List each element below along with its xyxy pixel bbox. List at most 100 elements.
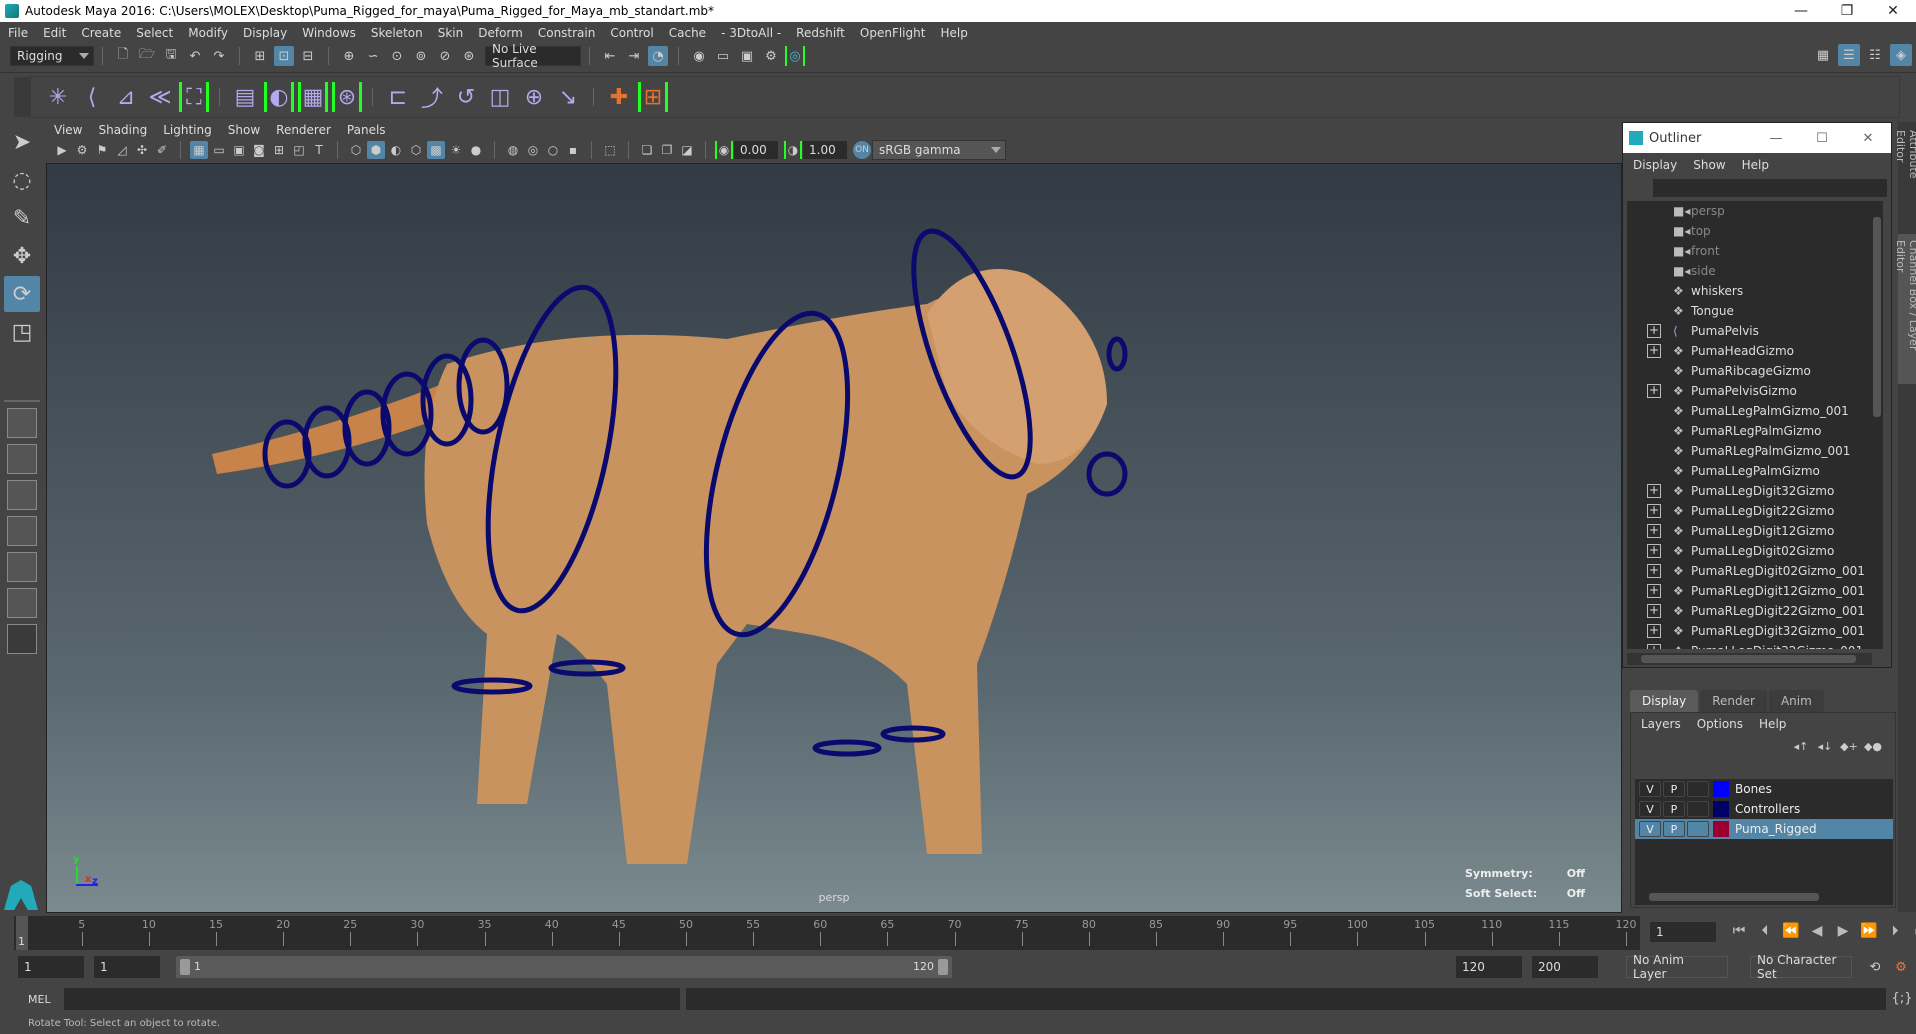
xray-active-icon[interactable]: ❐ [658,141,676,159]
expand-icon[interactable]: + [1647,624,1661,638]
aim-constraint-icon[interactable]: ⊕ [519,82,549,112]
menu-skin[interactable]: Skin [438,26,464,40]
expand-icon[interactable]: + [1647,504,1661,518]
menu-set-dropdown[interactable]: Rigging [10,46,94,66]
expand-icon[interactable]: + [1647,344,1661,358]
scrollbar-thumb[interactable] [1641,655,1856,663]
rig-helper-icon[interactable]: ⊞ [638,82,668,112]
outliner-search-input[interactable] [1653,179,1887,197]
live-surface-field[interactable]: No Live Surface [485,42,581,70]
2d-pan-zoom-icon[interactable]: ✣ [133,141,151,159]
layer-menu-layers[interactable]: Layers [1641,717,1681,731]
scale-tool-icon[interactable]: ◳ [4,314,40,350]
single-perspective-layout-icon[interactable] [7,408,37,438]
smooth-shade-icon[interactable]: ⬢ [367,141,385,159]
step-forward-key-icon[interactable]: ⏩ [1858,920,1880,942]
playback-end-field[interactable]: 120 [1456,956,1522,978]
motion-blur-icon[interactable]: ◎ [524,141,542,159]
new-scene-icon[interactable]: 🗋 [113,46,133,66]
new-layer-from-selected-icon[interactable]: ◆● [1863,738,1883,754]
minimize-button[interactable]: — [1778,0,1824,22]
layer-color-swatch[interactable] [1713,781,1729,797]
layer-row[interactable]: V P Bones [1635,779,1893,799]
go-to-end-icon[interactable]: ⏭ [1910,920,1916,942]
menu-modify[interactable]: Modify [188,26,228,40]
scrollbar-thumb[interactable] [1873,217,1881,417]
playback-start-field[interactable]: 1 [94,956,160,978]
layer-playback-toggle[interactable]: P [1663,801,1685,817]
expand-icon[interactable]: + [1647,524,1661,538]
outliner-item[interactable]: + ❖ PumaRLegDigit22Gizmo_001 [1627,601,1872,621]
menu-3dtoall[interactable]: - 3DtoAll - [721,26,781,40]
menu-control[interactable]: Control [610,26,653,40]
image-plane-icon[interactable]: ◿ [113,141,131,159]
lasso-tool-icon[interactable]: ◌ [4,162,40,198]
shelf-menu-handle[interactable] [14,77,30,117]
layer-playback-toggle[interactable]: P [1663,781,1685,797]
snap-view-plane-icon[interactable]: ⊘ [435,46,455,66]
layer-display-type-toggle[interactable] [1687,801,1709,817]
outliner-item[interactable]: + ❖ PumaLLegDigit12Gizmo [1627,521,1872,541]
hypershade-icon[interactable]: ◎ [785,46,805,66]
range-slider-end-handle[interactable] [938,959,948,975]
layer-visibility-toggle[interactable]: V [1639,821,1661,837]
expand-icon[interactable]: + [1647,564,1661,578]
outliner-item[interactable]: + ❖ PumaLLegDigit02Gizmo [1627,541,1872,561]
orient-constraint-icon[interactable]: ↺ [451,82,481,112]
paint-weights-icon[interactable]: ▤ [230,82,260,112]
point-constraint-icon[interactable]: ⤴ [417,82,447,112]
persp-graph-layout-icon[interactable] [7,516,37,546]
xray-icon[interactable]: ❏ [638,141,656,159]
default-material-icon[interactable]: ◐ [387,141,405,159]
use-all-lights-icon[interactable]: ☀ [447,141,465,159]
outliner-item[interactable]: ❖ PumaRibcageGizmo [1627,361,1872,381]
xray-joints-icon[interactable]: ◪ [678,141,696,159]
outliner-item[interactable]: + ❖ PumaRLegDigit32Gizmo_001 [1627,621,1872,641]
persp-graph-outliner-layout-icon[interactable] [7,588,37,618]
time-slider[interactable]: 1 5 10 15 20 25 30 35 40 45 50 55 60 65 70 75 80 85 90 95 1… [14,916,1640,950]
rotate-tool-icon[interactable]: ⟳ [4,276,40,312]
expand-icon[interactable]: + [1647,544,1661,558]
outliner-item[interactable]: + ❖ PumaLLegDigit22Gizmo [1627,501,1872,521]
expand-icon[interactable]: + [1647,324,1661,338]
menu-create[interactable]: Create [81,26,121,40]
expand-icon[interactable]: + [1647,484,1661,498]
go-to-start-icon[interactable]: ⏮ [1728,920,1750,942]
maximize-button[interactable]: ❐ [1824,0,1870,22]
outliner-item[interactable]: + ❖ PumaRLegDigit02Gizmo_001 [1627,561,1872,581]
expand-icon[interactable]: + [1647,644,1661,649]
anim-layer-dropdown[interactable]: No Anim Layer [1626,953,1728,981]
menu-cache[interactable]: Cache [669,26,706,40]
outliner-item[interactable]: ❖ whiskers [1627,281,1872,301]
output-ops-icon[interactable]: ⇥ [624,46,644,66]
move-layer-up-icon[interactable]: ◂↑ [1791,738,1811,754]
tab-attribute-editor[interactable]: Attribute Editor [1894,124,1916,214]
outliner-menu-show[interactable]: Show [1693,158,1725,172]
snap-grid-icon[interactable]: ⊕ [339,46,359,66]
gamma-icon[interactable]: ◑ [784,141,802,159]
tab-display[interactable]: Display [1630,690,1699,712]
outliner-item[interactable]: + ❖ PumaRLegDigit12Gizmo_001 [1627,581,1872,601]
attribute-editor-toggle-icon[interactable]: ☰ [1838,44,1860,66]
screen-space-ao-icon[interactable]: ◍ [504,141,522,159]
layer-color-swatch[interactable] [1713,821,1729,837]
outliner-item[interactable]: ❖ PumaRLegPalmGizmo_001 [1627,441,1872,461]
outliner-item[interactable]: + ❖PumaLLegDigit32Gizmo_001 [1627,641,1872,649]
input-ops-icon[interactable]: ⇤ [600,46,620,66]
outliner-item[interactable]: ❖ PumaRLegPalmGizmo [1627,421,1872,441]
grid-icon[interactable]: ▦ [190,141,208,159]
channel-box-toggle-icon[interactable]: ◈ [1890,44,1912,66]
tab-render[interactable]: Render [1700,690,1767,712]
menu-skeleton[interactable]: Skeleton [371,26,423,40]
outliner-vertical-scrollbar[interactable] [1871,201,1883,649]
ik-handle-icon[interactable]: ⟨ [77,82,107,112]
play-backwards-icon[interactable]: ◀ [1806,920,1828,942]
layer-row[interactable]: V P Controllers [1635,799,1893,819]
construction-history-icon[interactable]: ◔ [648,46,668,66]
move-layer-down-icon[interactable]: ◂↓ [1815,738,1835,754]
viewport-menu-panels[interactable]: Panels [347,123,386,137]
film-gate-icon[interactable]: ▭ [210,141,228,159]
cluster-icon[interactable]: ⊛ [332,82,362,112]
snap-projected-icon[interactable]: ⊚ [411,46,431,66]
tool-settings-icon[interactable]: ☷ [1864,44,1886,66]
